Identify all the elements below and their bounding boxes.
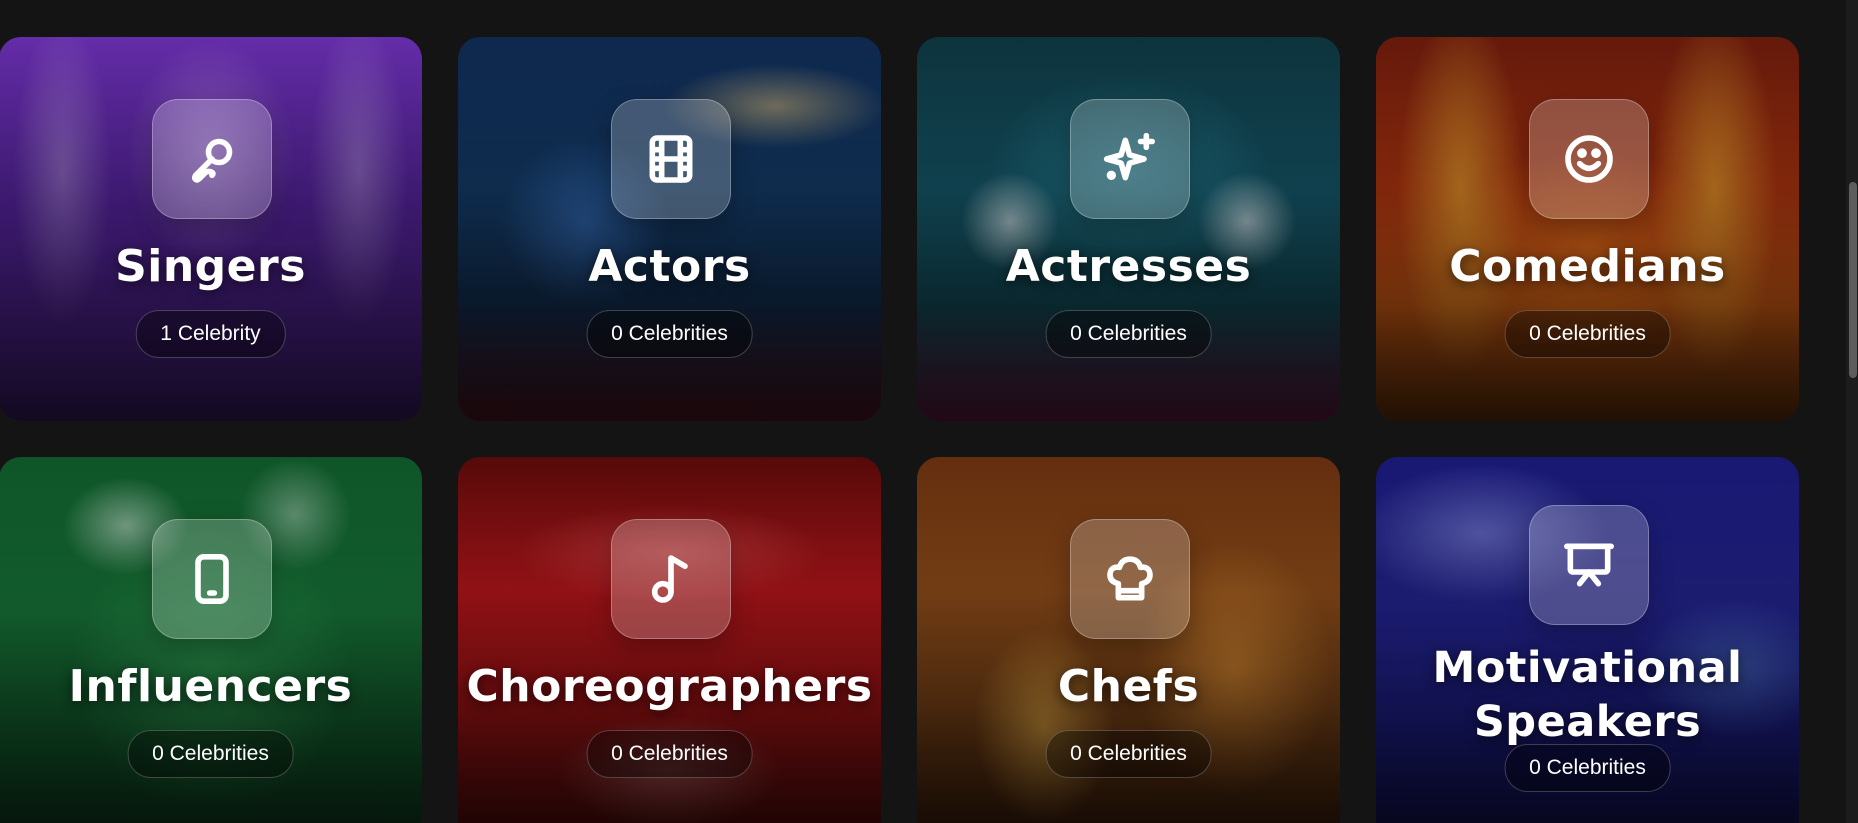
- scrollbar-thumb[interactable]: [1849, 182, 1857, 378]
- celebrity-count-badge: 0 Celebrities: [1504, 310, 1671, 358]
- category-card-choreographers[interactable]: Choreographers 0 Celebrities: [458, 457, 881, 823]
- celebrity-count-badge: 1 Celebrity: [135, 310, 286, 358]
- smartphone-icon: [151, 519, 272, 639]
- category-title: Chefs: [1057, 661, 1200, 712]
- celebrity-count-badge: 0 Celebrities: [127, 730, 294, 778]
- celebrity-count-badge: 0 Celebrities: [1045, 310, 1212, 358]
- category-card-actors[interactable]: Actors 0 Celebrities: [458, 37, 881, 421]
- music-note-icon: [610, 519, 731, 639]
- presentation-icon: [1528, 505, 1649, 625]
- celebrity-count-badge: 0 Celebrities: [586, 310, 753, 358]
- category-title: Singers: [115, 241, 306, 292]
- page-scrollbar[interactable]: [1846, 0, 1858, 823]
- category-card-influencers[interactable]: Influencers 0 Celebrities: [0, 457, 422, 823]
- sparkles-icon: [1069, 99, 1190, 219]
- category-card-actresses[interactable]: Actresses 0 Celebrities: [917, 37, 1340, 421]
- microphone-icon: [151, 99, 272, 219]
- category-card-comedians[interactable]: Comedians 0 Celebrities: [1376, 37, 1799, 421]
- category-grid-page: Singers 1 Celebrity Actors 0 Celebrities…: [0, 0, 1858, 823]
- celebrity-count-badge: 0 Celebrities: [586, 730, 753, 778]
- category-title: Influencers: [68, 661, 353, 712]
- category-title: Choreographers: [466, 661, 873, 712]
- category-card-chefs[interactable]: Chefs 0 Celebrities: [917, 457, 1340, 823]
- category-card-motivational-speakers[interactable]: Motivational Speakers 0 Celebrities: [1376, 457, 1799, 823]
- category-title: Comedians: [1449, 241, 1726, 292]
- celebrity-count-badge: 0 Celebrities: [1045, 730, 1212, 778]
- category-title: Motivational Speakers: [1432, 643, 1743, 747]
- chef-hat-icon: [1069, 519, 1190, 639]
- celebrity-count-badge: 0 Celebrities: [1504, 744, 1671, 792]
- category-card-singers[interactable]: Singers 1 Celebrity: [0, 37, 422, 421]
- category-title: Actresses: [1005, 241, 1252, 292]
- smiley-icon: [1528, 99, 1649, 219]
- category-title: Actors: [588, 241, 751, 292]
- film-icon: [610, 99, 731, 219]
